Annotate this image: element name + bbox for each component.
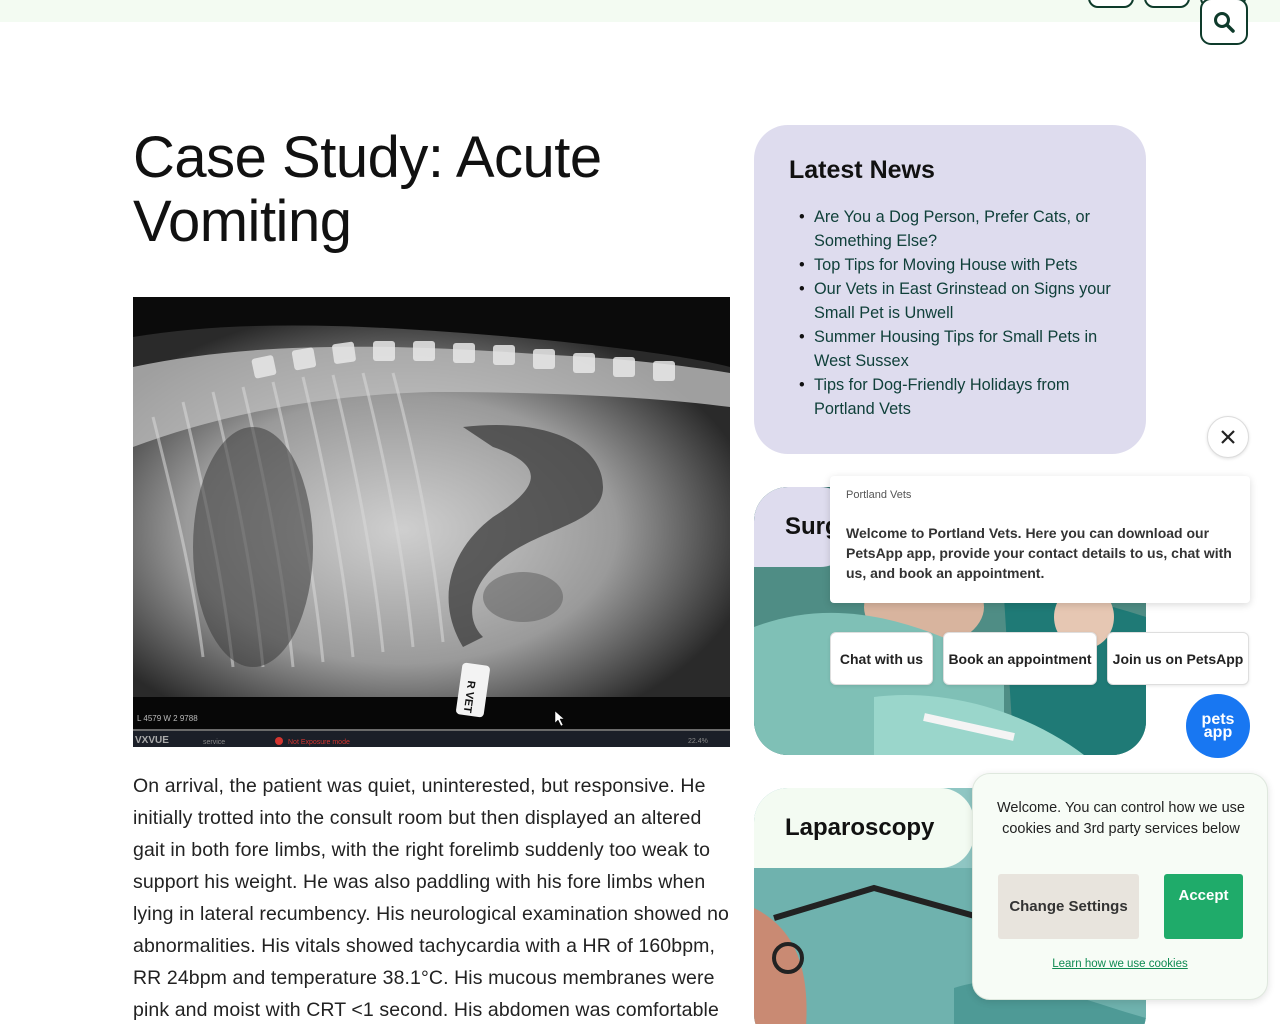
- change-settings-button[interactable]: Change Settings: [998, 874, 1139, 939]
- xray-readout: L 4579 W 2 9788: [137, 714, 198, 723]
- article-body: On arrival, the patient was quiet, unint…: [133, 775, 729, 1021]
- header-button-partial[interactable]: [1144, 0, 1190, 8]
- chat-popup: Portland Vets Welcome to Portland Vets. …: [830, 476, 1250, 603]
- search-icon: [1214, 11, 1235, 33]
- xray-service: service: [203, 739, 225, 746]
- petsapp-launcher-button[interactable]: pets app: [1186, 694, 1250, 758]
- news-link[interactable]: Tips for Dog-Friendly Holidays from Port…: [799, 373, 1112, 421]
- chat-with-us-button[interactable]: Chat with us: [830, 632, 933, 685]
- news-link[interactable]: Summer Housing Tips for Small Pets in We…: [799, 325, 1112, 373]
- latest-news-card: Latest News Are You a Dog Person, Prefer…: [754, 125, 1146, 454]
- latest-news-title: Latest News: [789, 156, 935, 184]
- xray-brand: VXVUE: [135, 735, 169, 746]
- search-button[interactable]: [1200, 0, 1248, 45]
- news-link[interactable]: Our Vets in East Grinstead on Signs your…: [799, 277, 1112, 325]
- book-appointment-button[interactable]: Book an appointment: [943, 632, 1097, 685]
- accept-cookies-button[interactable]: Accept: [1164, 874, 1243, 939]
- cookie-banner: Welcome. You can control how we use cook…: [972, 773, 1268, 1000]
- laparoscopy-title: Laparoscopy: [754, 788, 974, 868]
- chat-sender: Portland Vets: [846, 489, 912, 501]
- xray-status: Not Exposure mode: [288, 739, 350, 746]
- petsapp-logo-line2: app: [1203, 724, 1233, 741]
- top-bar: [0, 0, 1280, 22]
- chat-message: Welcome to Portland Vets. Here you can d…: [846, 525, 1232, 581]
- news-link[interactable]: Are You a Dog Person, Prefer Cats, or So…: [799, 205, 1112, 253]
- close-icon: [1221, 430, 1235, 444]
- chat-close-button[interactable]: [1207, 416, 1249, 458]
- header-button-partial[interactable]: [1088, 0, 1134, 8]
- cookie-text: Welcome. You can control how we use cook…: [997, 800, 1245, 837]
- xray-image: R VET L 4579 W 2 9788 VXVUE service Not …: [133, 297, 730, 747]
- news-link[interactable]: Top Tips for Moving House with Pets: [799, 253, 1112, 277]
- join-petsapp-button[interactable]: Join us on PetsApp: [1107, 632, 1249, 685]
- news-list: Are You a Dog Person, Prefer Cats, or So…: [789, 205, 1112, 421]
- cookie-policy-link[interactable]: Learn how we use cookies: [973, 958, 1267, 970]
- xray-zoom: 22.4%: [688, 738, 708, 745]
- page-title: Case Study: Acute Vomiting: [133, 125, 602, 254]
